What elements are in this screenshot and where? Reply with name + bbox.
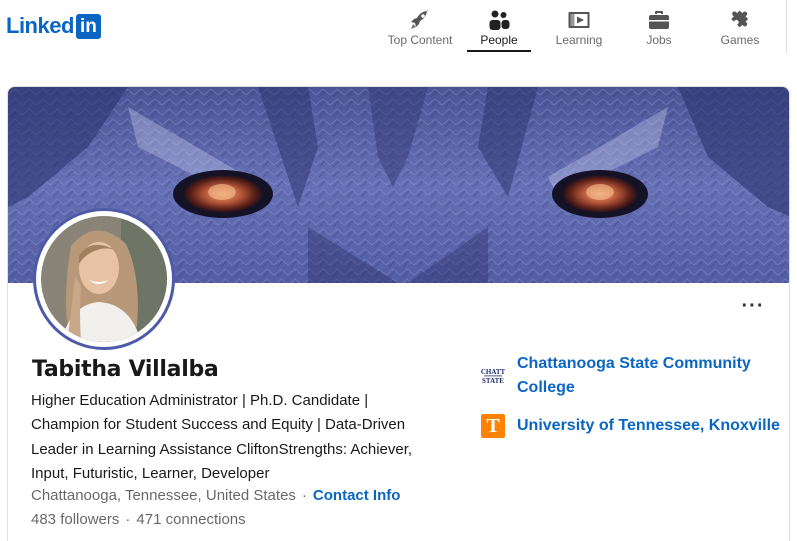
divider [786,0,787,54]
network-stats: 483 followers · 471 connections [31,511,246,528]
briefcase-icon [649,11,669,29]
nav-item-top-content[interactable]: Top Content [380,0,460,54]
logo-box: in [75,13,101,39]
video-icon [568,12,590,28]
headline-line: Champion for Student Success and Equity … [31,416,406,434]
followers-count: 483 followers [31,511,120,528]
school-name-line: College [517,379,575,396]
nav-item-jobs[interactable]: Jobs [627,0,691,54]
logo-text: Linked [6,13,74,38]
headline-line: Input, Futuristic, Learner, Developer [31,464,270,482]
ut-logo-letter: T [486,415,500,437]
nav-item-learning[interactable]: Learning [545,0,613,54]
separator-dot: · [125,511,131,528]
location-row: Chattanooga, Tennessee, United States · Co… [31,487,400,504]
profile-headline: Higher Education Administrator | Ph.D. C… [31,389,451,486]
headline-line: Higher Education Administrator | Ph.D. C… [31,392,369,409]
nav-label: Games [720,33,760,47]
more-options-button[interactable]: ··· [737,296,769,316]
nav-label: Jobs [646,33,672,47]
linkedin-logo[interactable]: Linked in [6,13,101,39]
rocket-icon [411,10,428,29]
svg-text:CHATT: CHATT [481,368,505,376]
nav-item-games[interactable]: Games [706,0,774,54]
school-name[interactable]: Chattanooga State Community College [517,352,751,400]
school-name[interactable]: University of Tennessee, Knoxville [517,414,780,438]
location-text: Chattanooga, Tennessee, United States [31,487,296,504]
nav-item-people[interactable]: People [467,0,531,54]
contact-info-link[interactable]: Contact Info [313,487,401,504]
school-name-line: University of Tennessee, Knoxville [517,417,780,434]
nav-label: Learning [555,33,603,47]
connections-count[interactable]: 471 connections [136,511,245,528]
nav-label: Top Content [387,33,453,47]
profile-name: Tabitha Villalba [32,357,219,382]
people-icon [489,10,510,30]
school-name-line: Chattanooga State Community [517,355,751,372]
separator-dot: · [301,487,307,504]
svg-text:STATE: STATE [482,377,504,385]
top-nav-bar: Linked in Top Content People Learning Jo… [0,0,797,58]
chattanooga-state-logo: CHATT STATE [481,364,505,388]
puzzle-icon [731,10,749,28]
active-tab-indicator [467,50,531,52]
nav-label: People [480,33,518,47]
avatar[interactable] [41,216,167,342]
headline-line: Leader in Learning Assistance CliftonStr… [31,440,413,458]
ut-knoxville-logo: T [481,414,505,438]
